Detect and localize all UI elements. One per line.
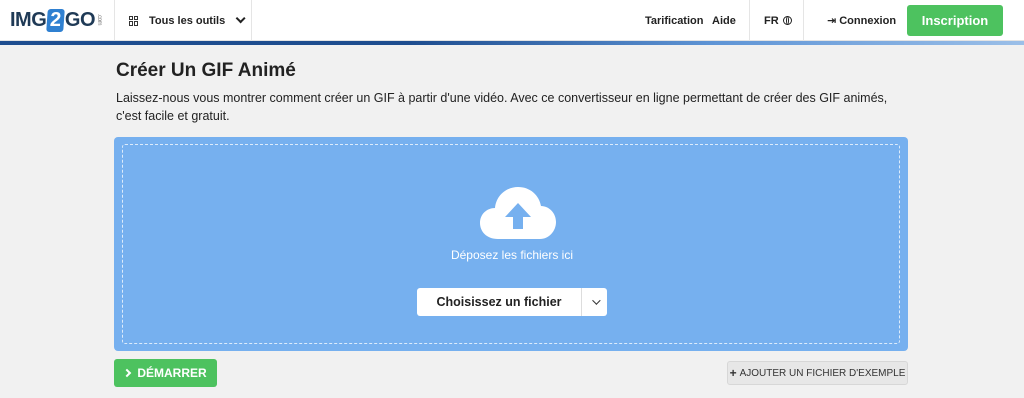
pricing-link[interactable]: Tarification xyxy=(645,0,703,41)
logo-text-img: IMG xyxy=(10,8,47,31)
choose-file-button[interactable]: Choisissez un fichier xyxy=(417,288,582,316)
login-link[interactable]: ⇥ Connexion xyxy=(827,0,896,41)
login-icon: ⇥ xyxy=(827,15,837,27)
add-example-label: AJOUTER UN FICHIER D'EXEMPLE xyxy=(739,367,906,379)
page-description: Laissez-nous vous montrer comment créer … xyxy=(116,91,888,123)
cloud-upload-icon xyxy=(480,187,556,239)
start-label: DÉMARRER xyxy=(137,366,207,380)
choose-file-button-group: Choisissez un fichier xyxy=(417,288,607,316)
start-button[interactable]: DÉMARRER xyxy=(114,359,217,387)
logo-text-go: GO xyxy=(64,8,96,31)
grid-icon xyxy=(129,15,139,26)
logo-suffix: .com xyxy=(96,14,103,26)
plus-icon: + xyxy=(729,366,737,380)
signup-button[interactable]: Inscription xyxy=(907,5,1003,36)
divider xyxy=(749,0,750,41)
page-title: Créer Un GIF Animé xyxy=(116,60,296,81)
all-tools-menu[interactable]: Tous les outils xyxy=(115,0,252,41)
dropzone-border: Déposez les fichiers ici Choisissez un f… xyxy=(122,144,900,344)
help-link[interactable]: Aide xyxy=(712,0,736,41)
divider xyxy=(251,0,252,41)
chevron-right-icon xyxy=(123,368,132,378)
divider xyxy=(803,0,804,41)
top-navbar: IMG 2 GO .com Tous les outils Tarification … xyxy=(0,0,1024,41)
language-selector[interactable]: FR xyxy=(764,0,792,41)
language-label: FR xyxy=(764,14,779,27)
chevron-down-icon xyxy=(235,13,246,24)
dropzone-label: Déposez les fichiers ici xyxy=(450,248,574,262)
choose-source-dropdown[interactable] xyxy=(582,288,607,316)
globe-icon xyxy=(782,16,792,25)
header-stripe xyxy=(0,41,1024,45)
add-example-file-button[interactable]: + AJOUTER UN FICHIER D'EXEMPLE xyxy=(727,361,908,385)
logo[interactable]: IMG 2 GO .com xyxy=(10,6,102,34)
file-dropzone[interactable]: Déposez les fichiers ici Choisissez un f… xyxy=(114,137,908,351)
chevron-down-icon xyxy=(591,296,601,305)
all-tools-label: Tous les outils xyxy=(149,14,226,27)
login-label: Connexion xyxy=(839,14,897,27)
logo-text-2: 2 xyxy=(46,8,65,32)
